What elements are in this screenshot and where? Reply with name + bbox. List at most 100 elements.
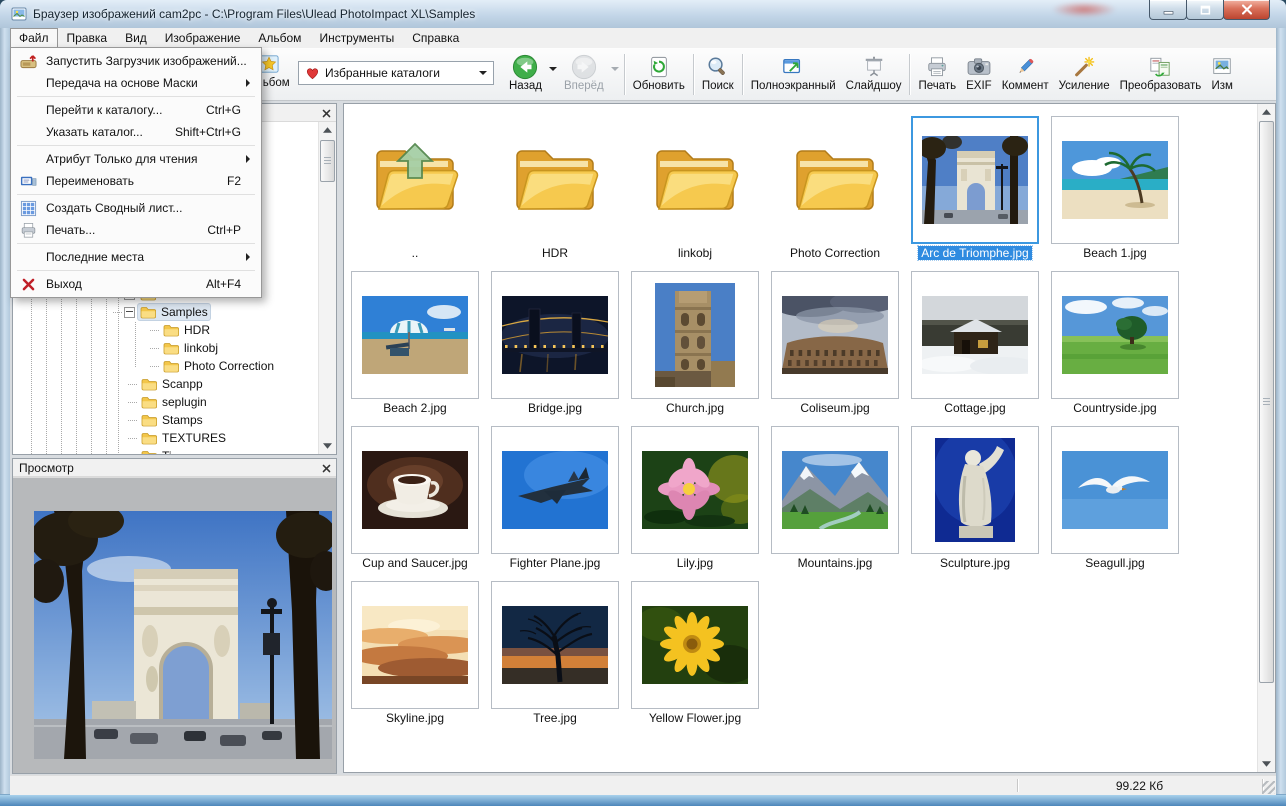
menubar-item-edit[interactable]: Правка [58,28,117,48]
thumbnail-sculpture-jpg[interactable]: Sculpture.jpg [911,426,1039,571]
menubar-item-tools[interactable]: Инструменты [310,28,403,48]
folder-icon [140,306,156,319]
maximize-button[interactable] [1186,0,1224,20]
thumbnail-media [351,581,479,709]
thumbnail-label: Church.jpg [663,401,727,416]
file-menu-item-create-contact-sheet[interactable]: Создать Сводный лист... [11,197,261,219]
file-menu-item-exit[interactable]: ВыходAlt+F4 [11,273,261,295]
toolbar-button-print[interactable]: Печать [913,50,961,99]
toolbar-button-convert[interactable]: Преобразовать [1115,50,1207,99]
thumbnail-church-jpg[interactable]: Church.jpg [631,271,759,416]
menubar-item-image[interactable]: Изображение [156,28,250,48]
toolbar-dropdown-back[interactable] [547,50,559,99]
menubar-item-view[interactable]: Вид [116,28,156,48]
thumbnail-fighter-plane-jpg[interactable]: Fighter Plane.jpg [491,426,619,571]
toolbar-button-enhance[interactable]: Усиление [1054,50,1115,99]
main-scrollbar-thumb[interactable] [1259,121,1274,683]
favorite-folders-combobox[interactable]: Избранные каталоги [298,61,494,85]
tree-scrollbar-thumb[interactable] [320,140,335,182]
thumbnail-arc-de-triomphe-jpg[interactable]: Arc de Triomphe.jpg [911,116,1039,261]
tree-item-stamps[interactable]: Stamps [13,411,318,429]
tree-expander-minus-icon[interactable] [124,307,135,318]
tree-item-content: Scanpp [139,376,205,392]
edit-image-icon [1211,53,1233,80]
toolbar-button-back[interactable]: Назад [504,50,547,99]
favorite-folders-value: Избранные каталоги [325,66,440,80]
toolbar-button-exif[interactable]: EXIF [961,50,997,99]
combobox-dropdown-icon[interactable] [479,71,487,79]
tree-item-seplugin[interactable]: seplugin [13,393,318,411]
file-menu-item-read-only-attribute[interactable]: Атрибут Только для чтения [11,148,261,170]
thumbnail-frame [351,271,479,399]
menubar-item-help[interactable]: Справка [403,28,468,48]
toolbar-group-refresh: Обновить [628,50,690,99]
scroll-up-icon[interactable] [1258,104,1275,120]
thumbnail-cottage-jpg[interactable]: Cottage.jpg [911,271,1039,416]
toolbar-button-search[interactable]: Поиск [697,50,739,99]
thumbnail-tree-jpg[interactable]: Tree.jpg [491,581,619,726]
scroll-down-icon[interactable] [319,438,336,454]
file-menu-item-specify-folder[interactable]: Указать каталог...Shift+Ctrl+G [11,121,261,143]
menubar-item-album[interactable]: Альбом [249,28,310,48]
menu-item-label: Последние места [46,250,144,264]
tree-item-samples[interactable]: Samples [13,303,318,321]
tree-item-ti[interactable]: Ti [13,447,318,454]
scroll-up-icon[interactable] [319,122,336,138]
tree-item-linkobj[interactable]: linkobj [13,339,318,357]
thumbnail-label: Tree.jpg [530,711,580,726]
minimize-button[interactable] [1149,0,1187,20]
tree-scrollbar[interactable] [318,122,336,454]
tree-item-scanpp[interactable]: Scanpp [13,375,318,393]
thumbnail-hdr[interactable]: HDR [491,116,619,261]
close-button[interactable] [1223,0,1270,20]
thumbnail-cup-and-saucer-jpg[interactable]: Cup and Saucer.jpg [351,426,479,571]
thumbnail-beach-2-jpg[interactable]: Beach 2.jpg [351,271,479,416]
toolbar-button-slideshow[interactable]: Слайдшоу [841,50,907,99]
menu-item-shortcut: Ctrl+P [207,223,241,237]
thumbnail-frame [491,271,619,399]
tree-item-photo-correction[interactable]: Photo Correction [13,357,318,375]
thumbnail-beach-1-jpg[interactable]: Beach 1.jpg [1051,116,1179,261]
thumbnail-media [491,581,619,709]
toolbar-button-refresh[interactable]: Обновить [628,50,690,99]
resize-grip[interactable] [1262,781,1275,794]
tree-item-hdr[interactable]: HDR [13,321,318,339]
tree-panel-close-button[interactable] [320,107,333,119]
preview-panel-title: Просмотр [19,461,74,475]
thumbnail-coliseum-jpg[interactable]: Coliseum.jpg [771,271,899,416]
preview-panel-close-button[interactable] [320,462,333,474]
file-menu-item-rename[interactable]: ПереименоватьF2 [11,170,261,192]
file-menu-item-print[interactable]: Печать...Ctrl+P [11,219,261,241]
thumbnail-item[interactable]: .. [351,116,479,261]
menubar-item-file[interactable]: Файл [10,28,58,48]
tree-item-label: Stamps [162,413,203,427]
thumbnail-yellow-flower-jpg[interactable]: Yellow Flower.jpg [631,581,759,726]
folder-icon [163,324,179,337]
file-menu-item-recent-places[interactable]: Последние места [11,246,261,268]
thumbnail-lily-jpg[interactable]: Lily.jpg [631,426,759,571]
toolbar-button-comment[interactable]: Коммент [997,50,1054,99]
file-menu-item-go-to-folder[interactable]: Перейти к каталогу...Ctrl+G [11,99,261,121]
scroll-down-icon[interactable] [1258,756,1275,772]
thumbnail-photo-correction[interactable]: Photo Correction [771,116,899,261]
toolbar-button-fullscreen[interactable]: Полноэкранный [746,50,841,99]
titlebar[interactable]: Браузер изображений cam2pc - C:\Program … [0,0,1286,28]
toolbar-button-edit[interactable]: Изм [1206,50,1238,99]
tree-item-textures[interactable]: TEXTURES [13,429,318,447]
submenu-arrow-icon [246,253,254,261]
tree-guide-line [128,420,137,421]
toolbar-dropdown-forward[interactable] [609,50,621,99]
thumbnail-bridge-jpg[interactable]: Bridge.jpg [491,271,619,416]
thumbnail-linkobj[interactable]: linkobj [631,116,759,261]
main-scrollbar[interactable] [1257,104,1275,772]
toolbar-button-label: EXIF [966,80,992,92]
toolbar-button-forward[interactable]: Вперёд [559,50,609,99]
tree-item-label: seplugin [162,395,207,409]
thumbnail-seagull-jpg[interactable]: Seagull.jpg [1051,426,1179,571]
thumbnail-countryside-jpg[interactable]: Countryside.jpg [1051,271,1179,416]
file-menu-item-mask-based-transfer[interactable]: Передача на основе Маски [11,72,261,94]
thumbnail-mountains-jpg[interactable]: Mountains.jpg [771,426,899,571]
file-menu-item-run-image-loader[interactable]: Запустить Загрузчик изображений... [11,50,261,72]
tree-item-content: seplugin [139,394,209,410]
thumbnail-skyline-jpg[interactable]: Skyline.jpg [351,581,479,726]
